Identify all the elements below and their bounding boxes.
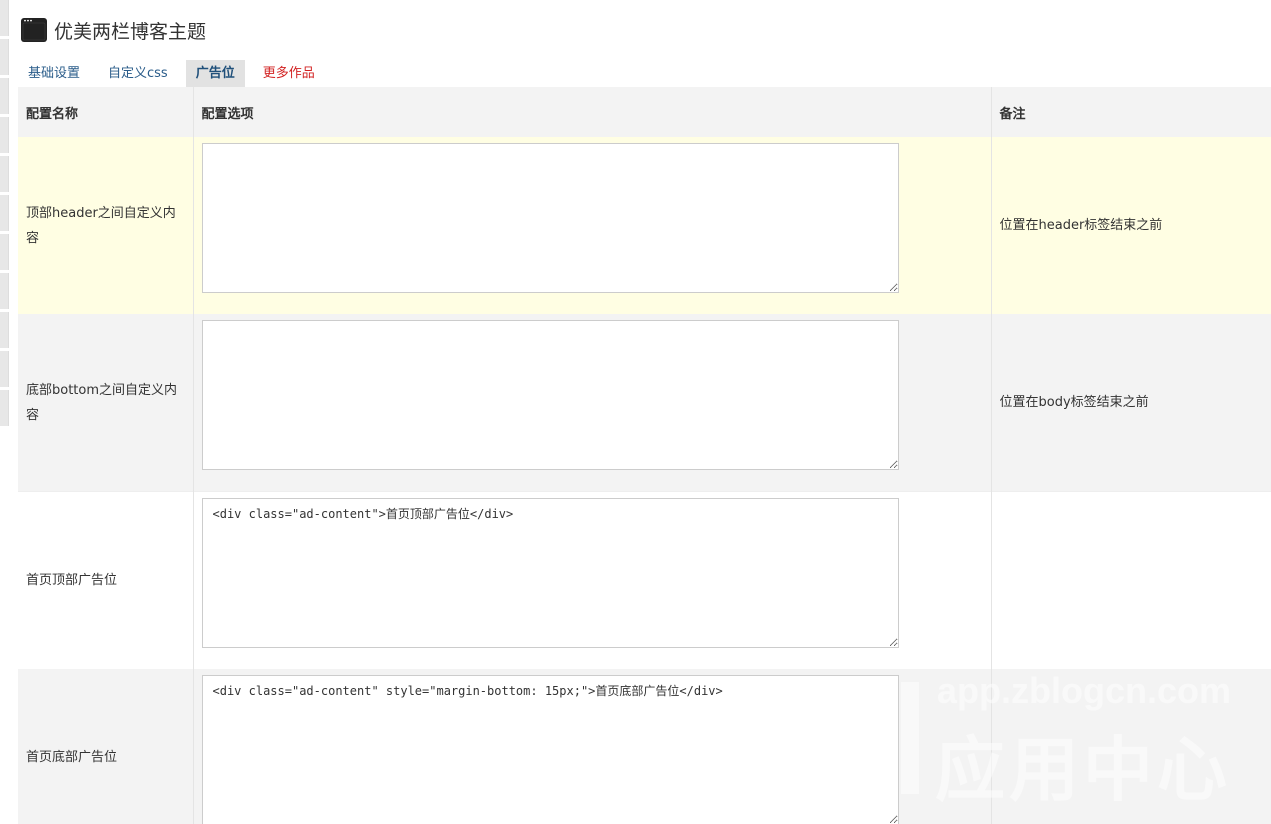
home-bottom-ad-textarea[interactable]: <div class="ad-content" style="margin-bo…: [201, 675, 899, 824]
table-row: 底部bottom之间自定义内容 位置在body标签结束之前: [18, 314, 1271, 492]
tab-custom-css[interactable]: 自定义css: [98, 60, 178, 87]
config-note: 位置在header标签结束之前: [991, 137, 1271, 314]
page-title: 优美两栏博客主题: [54, 20, 207, 43]
left-sidebar-strip: [0, 0, 9, 460]
table-row: 顶部header之间自定义内容 位置在header标签结束之前: [18, 137, 1271, 314]
sidebar-segment[interactable]: [0, 351, 9, 387]
sidebar-segment[interactable]: [0, 117, 9, 153]
config-name: 首页顶部广告位: [18, 491, 194, 669]
sidebar-segment[interactable]: [0, 39, 9, 75]
tab-basic-settings[interactable]: 基础设置: [18, 60, 90, 87]
config-name: 底部bottom之间自定义内容: [18, 314, 194, 492]
sidebar-segment[interactable]: [0, 312, 9, 348]
config-note: 位置在body标签结束之前: [991, 314, 1271, 492]
config-option-cell: [193, 137, 992, 314]
config-option-cell: [193, 314, 992, 492]
sidebar-segment[interactable]: [0, 0, 9, 36]
window-icon: [21, 18, 47, 42]
sidebar-segment[interactable]: [0, 78, 9, 114]
sidebar-segment[interactable]: [0, 273, 9, 309]
bottom-custom-content-textarea[interactable]: [201, 320, 899, 470]
config-name: 顶部header之间自定义内容: [18, 137, 194, 314]
sidebar-segment[interactable]: [0, 156, 9, 192]
sidebar-segment[interactable]: [0, 195, 9, 231]
column-header-option: 配置选项: [193, 87, 992, 137]
theme-config-page: 优美两栏博客主题 基础设置 自定义css 广告位 更多作品 配置名称 配置选项 …: [0, 0, 1271, 824]
tab-bar: 基础设置 自定义css 广告位 更多作品: [18, 60, 333, 87]
config-name: 首页底部广告位: [18, 669, 194, 824]
config-option-cell: <div class="ad-content" style="margin-bo…: [193, 669, 992, 824]
config-table: 配置名称 配置选项 备注 顶部header之间自定义内容 位置在header标签…: [18, 87, 1271, 824]
table-row: 首页顶部广告位 <div class="ad-content">首页顶部广告位<…: [18, 491, 1271, 669]
header-custom-content-textarea[interactable]: [201, 143, 899, 293]
home-top-ad-textarea[interactable]: <div class="ad-content">首页顶部广告位</div>: [201, 498, 899, 648]
column-header-note: 备注: [991, 87, 1271, 137]
column-header-name: 配置名称: [18, 87, 194, 137]
config-option-cell: <div class="ad-content">首页顶部广告位</div>: [193, 491, 992, 669]
tab-ad-slots[interactable]: 广告位: [185, 60, 245, 87]
table-row: 首页底部广告位 <div class="ad-content" style="m…: [18, 669, 1271, 824]
config-note: [991, 491, 1271, 669]
sidebar-segment[interactable]: [0, 390, 9, 426]
config-note: [991, 669, 1271, 824]
table-header-row: 配置名称 配置选项 备注: [18, 87, 1271, 137]
tab-more-works[interactable]: 更多作品: [253, 60, 325, 87]
page-header: 优美两栏博客主题: [20, 14, 206, 46]
sidebar-segment[interactable]: [0, 234, 9, 270]
